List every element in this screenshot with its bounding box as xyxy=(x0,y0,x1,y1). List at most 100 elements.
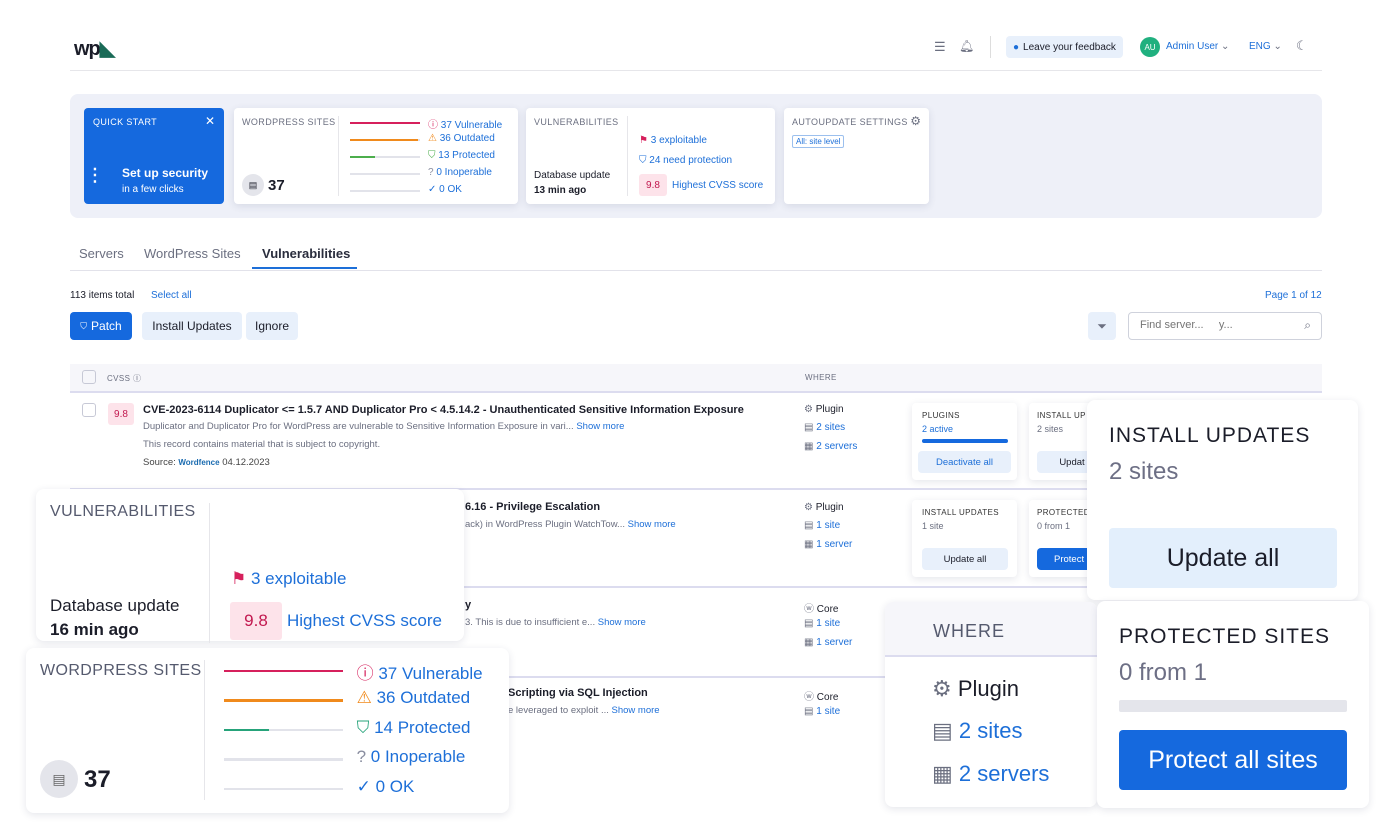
stat-protected[interactable]: ⛉ 14 Protected xyxy=(357,718,471,738)
where-overlay: WHERE ⚙ Plugin ▤ 2 sites ▦ 2 servers xyxy=(885,602,1097,807)
stat-label: 0 Inoperable xyxy=(370,747,466,767)
col-cvss[interactable]: CVSS xyxy=(107,374,130,383)
copyright-note: This record contains material that is su… xyxy=(143,439,381,450)
search-box[interactable]: ⌕ xyxy=(1128,312,1322,340)
highest-cvss-link[interactable]: Highest CVSS score xyxy=(672,180,763,191)
search-input[interactable] xyxy=(1140,319,1290,331)
tab-vulnerabilities[interactable]: Vulnerabilities xyxy=(262,246,350,261)
close-icon[interactable]: ✕ xyxy=(205,114,215,128)
db-update-label: Database update xyxy=(50,596,180,615)
server-icon: ▦ xyxy=(804,441,814,452)
sliders-icon: ⫶ xyxy=(92,164,98,189)
protected-icon: ⛉ xyxy=(356,717,375,737)
site-icon: ▤ xyxy=(242,174,264,196)
sites-link[interactable]: 2 sites xyxy=(959,718,1023,743)
install-updates-button[interactable]: Install Updates xyxy=(142,312,242,340)
gear-icon[interactable]: ⚙ xyxy=(910,114,921,128)
protected-icon: ⛉ xyxy=(428,149,439,161)
autoupdate-badge[interactable]: All: site level xyxy=(792,135,845,148)
update-all-button[interactable]: Update all xyxy=(922,548,1008,570)
protected-label: PROTECTED xyxy=(1037,508,1090,517)
servers-link[interactable]: 1 server xyxy=(816,539,852,550)
stat-protected[interactable]: ⛉ 13 Protected xyxy=(428,150,495,161)
servers-link[interactable]: 1 server xyxy=(816,637,852,648)
where-type: Plugin xyxy=(957,676,1020,701)
sites-link[interactable]: 1 site xyxy=(816,706,840,717)
stat-vulnerable[interactable]: ⓘ 37 Vulnerable xyxy=(357,659,483,684)
show-more-link[interactable]: Show more xyxy=(576,421,624,432)
feedback-button[interactable]: ● Leave your feedback xyxy=(1006,36,1123,58)
db-update-label: Database update xyxy=(534,170,611,181)
source-date: 04.12.2023 xyxy=(222,457,270,468)
vulnerable-icon: ⓘ xyxy=(356,663,379,683)
user-menu[interactable]: Admin User ⌄ xyxy=(1166,41,1229,52)
sites-link[interactable]: 1 site xyxy=(816,520,840,531)
where-type: Plugin xyxy=(815,502,844,513)
where-type: Core xyxy=(816,692,839,703)
need-protection-link[interactable]: 24 need protection xyxy=(649,155,732,166)
vulnerabilities-card[interactable]: VULNERABILITIES Database update 13 min a… xyxy=(526,108,775,204)
logo[interactable]: wp◣ xyxy=(74,36,115,61)
flag-icon: ⚑ xyxy=(639,135,648,146)
protect-all-sites-button[interactable]: Protect all sites xyxy=(1119,730,1347,790)
exploitable-link[interactable]: 3 exploitable xyxy=(251,569,346,588)
sites-link[interactable]: 1 site xyxy=(816,618,840,629)
row-checkbox[interactable] xyxy=(82,403,96,417)
quick-start-title: Set up security xyxy=(122,166,209,180)
stat-bar-ok xyxy=(224,787,343,791)
deactivate-all-button[interactable]: Deactivate all xyxy=(918,451,1011,473)
servers-link[interactable]: 2 servers xyxy=(959,761,1049,786)
wordpress-sites-card[interactable]: WORDPRESS SITES ▤ 37 ⓘ 37 Vulnerable ⚠ 36… xyxy=(234,108,518,204)
install-updates-overlay: INSTALL UPDATES 2 sites Update all xyxy=(1087,400,1358,600)
stat-label: 37 Vulnerable xyxy=(440,119,503,131)
stat-inoperable[interactable]: ? 0 Inoperable xyxy=(428,167,492,178)
vuln-title[interactable]: y xyxy=(465,599,471,611)
highest-cvss-link[interactable]: Highest CVSS score xyxy=(287,611,442,631)
tab-wordpress-sites[interactable]: WordPress Sites xyxy=(144,246,241,261)
update-all-button[interactable]: Update all xyxy=(1109,528,1337,588)
quick-start-card[interactable]: QUICK START ✕ ⫶ Set up security in a few… xyxy=(84,108,224,204)
avatar[interactable]: AU xyxy=(1140,37,1160,57)
select-all-link[interactable]: Select all xyxy=(151,290,192,301)
stat-outdated[interactable]: ⚠ 36 Outdated xyxy=(428,133,495,144)
outdated-icon: ⚠ xyxy=(356,688,377,708)
user-name: Admin User xyxy=(1166,41,1219,52)
list-icon[interactable]: ☰ xyxy=(934,39,946,55)
shield-icon: ⛉ xyxy=(80,320,88,331)
stat-vulnerable[interactable]: ⓘ 37 Vulnerable xyxy=(428,116,502,131)
site-icon: ▤ xyxy=(804,706,814,717)
vuln-title[interactable]: CVE-2023-6114 Duplicator <= 1.5.7 AND Du… xyxy=(143,404,744,416)
moon-icon[interactable]: ☾ xyxy=(1296,38,1308,54)
select-all-checkbox[interactable] xyxy=(82,370,96,384)
bell-icon[interactable]: 🔔︎ xyxy=(959,39,974,53)
autoupdate-card[interactable]: AUTOUPDATE SETTINGS ⚙ All: site level xyxy=(784,108,929,204)
page-indicator: Page 1 of 12 xyxy=(1265,290,1322,301)
stat-ok[interactable]: ✓ 0 OK xyxy=(428,184,462,195)
show-more-link[interactable]: Show more xyxy=(598,617,646,628)
wp-sites-label: WORDPRESS SITES xyxy=(242,117,336,127)
where-type: Core xyxy=(816,604,839,615)
servers-link[interactable]: 2 servers xyxy=(816,441,857,452)
exploitable-link[interactable]: 3 exploitable xyxy=(651,135,707,146)
wordfence-logo: Wordfence xyxy=(178,458,220,467)
tab-servers[interactable]: Servers xyxy=(79,246,124,261)
stat-outdated[interactable]: ⚠ 36 Outdated xyxy=(357,688,471,708)
language-select[interactable]: ENG ⌄ xyxy=(1249,41,1282,52)
cvss-score-badge: 9.8 xyxy=(639,174,667,196)
install-label: INSTALL UP xyxy=(1037,411,1086,420)
vuln-title[interactable]: Scripting via SQL Injection xyxy=(508,687,648,699)
sites-link[interactable]: 2 sites xyxy=(816,422,845,433)
outdated-icon: ⚠ xyxy=(428,132,440,144)
patch-button[interactable]: ⛉ Patch xyxy=(70,312,132,340)
header-divider xyxy=(70,70,1322,71)
stat-ok[interactable]: ✓ 0 OK xyxy=(357,777,415,797)
col-where: WHERE xyxy=(805,373,837,382)
stat-label: 37 Vulnerable xyxy=(378,663,483,683)
site-icon: ▤ xyxy=(40,760,78,798)
show-more-link[interactable]: Show more xyxy=(612,705,660,716)
show-more-link[interactable]: Show more xyxy=(628,519,676,530)
vuln-title[interactable]: 6.16 - Privilege Escalation xyxy=(465,501,600,513)
stat-inoperable[interactable]: ? 0 Inoperable xyxy=(357,747,466,767)
filter-icon[interactable]: ⏷ xyxy=(1088,312,1116,340)
ignore-button[interactable]: Ignore xyxy=(246,312,298,340)
